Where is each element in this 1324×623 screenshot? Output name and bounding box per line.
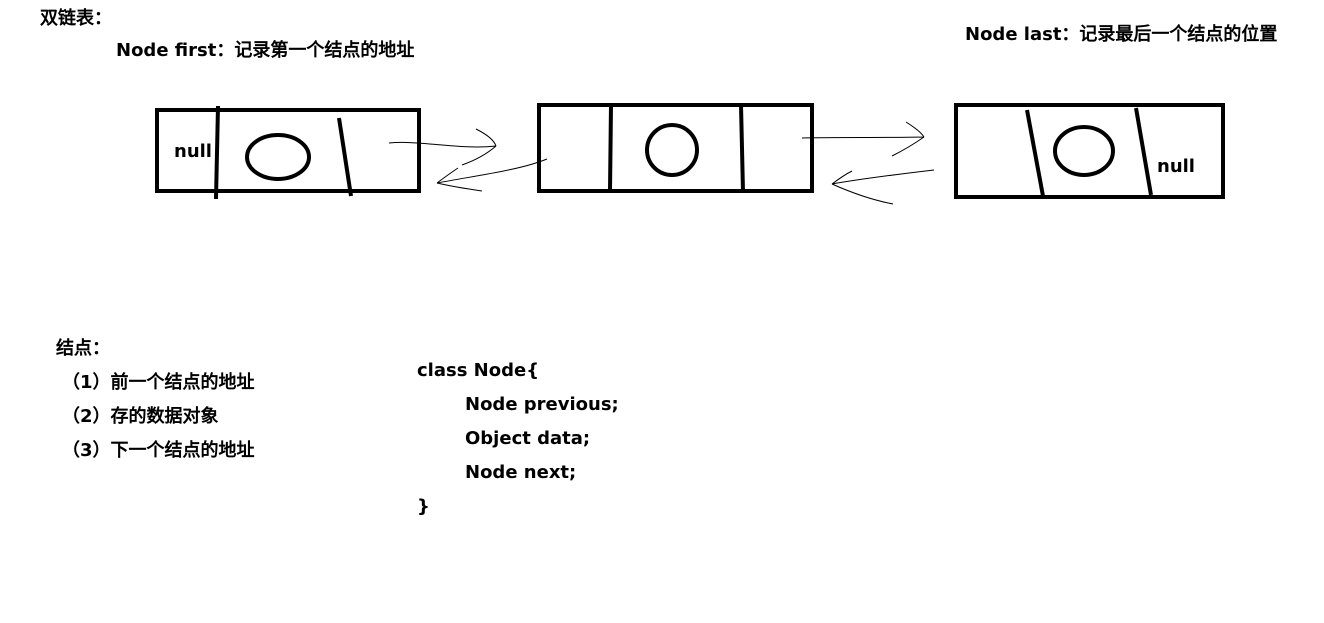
node-3-divider-left <box>1025 109 1045 197</box>
code-line: Node next; <box>465 462 577 483</box>
node-3-divider-right <box>1134 107 1153 196</box>
list-node-2 <box>537 103 814 193</box>
prev-arrow-3-to-2 <box>831 169 935 205</box>
node-1-divider-left <box>214 105 220 200</box>
code-line: Node previous; <box>465 394 619 415</box>
node-1-data-circle <box>245 133 311 181</box>
node-3-next-null: null <box>1157 156 1195 177</box>
list-node-3: null <box>954 103 1225 199</box>
next-arrow-1-to-2 <box>388 128 497 166</box>
node-2-divider-left <box>608 104 613 192</box>
node-description-item: （3）下一个结点的地址 <box>62 440 255 461</box>
node-2-box <box>537 103 814 193</box>
node-3-data-circle <box>1053 125 1115 177</box>
node-description-heading: 结点： <box>56 338 110 359</box>
node-2-data-circle <box>645 123 699 177</box>
code-line: class Node{ <box>417 360 540 381</box>
code-line: } <box>417 496 430 517</box>
node-2-divider-right <box>739 104 745 193</box>
code-line: Object data; <box>465 428 591 449</box>
node-3-box <box>954 103 1225 199</box>
linked-list-diagram: null null <box>155 103 1225 205</box>
next-arrow-2-to-3 <box>801 121 925 157</box>
prev-arrow-2-to-1 <box>436 158 548 192</box>
node-description-item: （2）存的数据对象 <box>62 406 219 427</box>
node-description-item: （1）前一个结点的地址 <box>62 372 255 393</box>
arrows-node1-node2 <box>388 128 548 192</box>
list-node-1: null <box>155 105 421 200</box>
node-1-divider-right <box>337 117 353 197</box>
node-1-prev-null: null <box>174 141 212 162</box>
arrows-node2-node3 <box>801 121 935 205</box>
